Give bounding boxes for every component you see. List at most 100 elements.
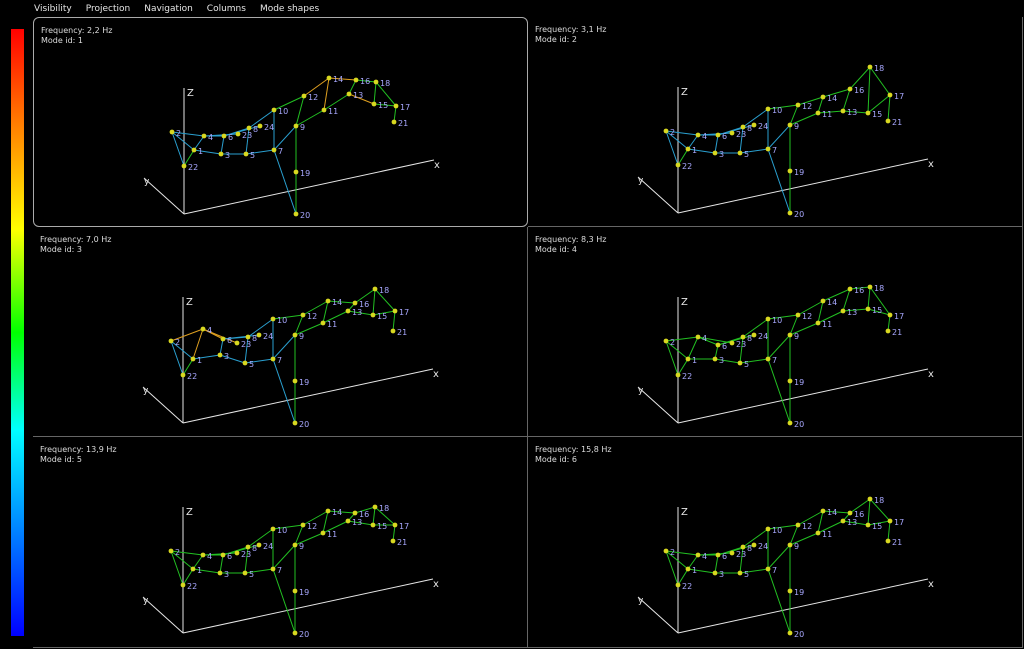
mode-view-4[interactable]: Frequency: 8,3 Hz Mode id: 4 Zxy12345678…	[528, 227, 1023, 437]
node-point[interactable]	[243, 151, 249, 157]
mode-view-6[interactable]: Frequency: 15,8 Hz Mode id: 6 Zxy1234567…	[528, 437, 1023, 648]
node-point[interactable]	[729, 340, 735, 346]
node-point[interactable]	[293, 169, 299, 175]
node-point[interactable]	[321, 107, 327, 113]
node-point[interactable]	[292, 588, 298, 594]
menu-navigation[interactable]: Navigation	[144, 4, 193, 14]
mode-view-2[interactable]: Frequency: 3,1 Hz Mode id: 2 Zxy12345678…	[528, 17, 1023, 227]
node-point[interactable]	[301, 93, 307, 99]
node-point[interactable]	[695, 132, 701, 138]
node-point[interactable]	[787, 122, 793, 128]
node-point[interactable]	[885, 328, 891, 334]
node-point[interactable]	[200, 326, 206, 332]
node-point[interactable]	[885, 538, 891, 544]
node-point[interactable]	[751, 332, 757, 338]
node-point[interactable]	[663, 338, 669, 344]
node-point[interactable]	[221, 133, 227, 139]
node-point[interactable]	[815, 530, 821, 536]
node-point[interactable]	[815, 320, 821, 326]
node-point[interactable]	[292, 542, 298, 548]
node-point[interactable]	[246, 125, 252, 131]
node-point[interactable]	[168, 338, 174, 344]
node-point[interactable]	[685, 356, 691, 362]
node-point[interactable]	[867, 284, 873, 290]
node-point[interactable]	[392, 522, 398, 528]
node-point[interactable]	[191, 147, 197, 153]
node-point[interactable]	[372, 504, 378, 510]
node-point[interactable]	[320, 530, 326, 536]
node-point[interactable]	[235, 131, 241, 137]
node-point[interactable]	[392, 308, 398, 314]
node-point[interactable]	[715, 552, 721, 558]
node-point[interactable]	[257, 123, 263, 129]
node-point[interactable]	[765, 146, 771, 152]
node-point[interactable]	[729, 550, 735, 556]
node-point[interactable]	[292, 630, 298, 636]
node-point[interactable]	[168, 548, 174, 554]
node-point[interactable]	[865, 306, 871, 312]
node-point[interactable]	[765, 566, 771, 572]
menu-projection[interactable]: Projection	[86, 4, 131, 14]
node-point[interactable]	[325, 508, 331, 514]
node-point[interactable]	[663, 548, 669, 554]
node-point[interactable]	[820, 508, 826, 514]
node-point[interactable]	[270, 526, 276, 532]
node-point[interactable]	[787, 168, 793, 174]
node-point[interactable]	[234, 550, 240, 556]
node-point[interactable]	[220, 336, 226, 342]
node-point[interactable]	[712, 356, 718, 362]
node-point[interactable]	[270, 316, 276, 322]
node-point[interactable]	[256, 332, 262, 338]
node-point[interactable]	[292, 420, 298, 426]
node-point[interactable]	[245, 334, 251, 340]
node-point[interactable]	[729, 130, 735, 136]
node-point[interactable]	[370, 312, 376, 318]
node-point[interactable]	[887, 518, 893, 524]
node-point[interactable]	[234, 340, 240, 346]
node-point[interactable]	[795, 102, 801, 108]
node-point[interactable]	[217, 570, 223, 576]
node-point[interactable]	[840, 308, 846, 314]
node-point[interactable]	[715, 132, 721, 138]
node-point[interactable]	[370, 522, 376, 528]
node-point[interactable]	[865, 110, 871, 116]
node-point[interactable]	[765, 526, 771, 532]
node-point[interactable]	[393, 103, 399, 109]
node-point[interactable]	[712, 570, 718, 576]
node-point[interactable]	[391, 119, 397, 125]
node-point[interactable]	[695, 552, 701, 558]
mode-view-1[interactable]: Frequency: 2,2 Hz Mode id: 1 Zxy12345678…	[33, 17, 528, 227]
node-point[interactable]	[242, 360, 248, 366]
node-point[interactable]	[345, 308, 351, 314]
node-point[interactable]	[867, 496, 873, 502]
node-point[interactable]	[390, 538, 396, 544]
node-point[interactable]	[200, 552, 206, 558]
node-point[interactable]	[887, 92, 893, 98]
node-point[interactable]	[180, 372, 186, 378]
node-point[interactable]	[326, 75, 332, 81]
node-point[interactable]	[663, 128, 669, 134]
node-point[interactable]	[847, 86, 853, 92]
node-point[interactable]	[190, 566, 196, 572]
node-point[interactable]	[715, 342, 721, 348]
node-point[interactable]	[787, 378, 793, 384]
mode-view-5[interactable]: Frequency: 13,9 Hz Mode id: 5 Zxy1234567…	[33, 437, 528, 648]
node-point[interactable]	[840, 108, 846, 114]
node-point[interactable]	[371, 101, 377, 107]
node-point[interactable]	[292, 332, 298, 338]
node-point[interactable]	[847, 510, 853, 516]
node-point[interactable]	[352, 300, 358, 306]
node-point[interactable]	[325, 298, 331, 304]
node-point[interactable]	[242, 570, 248, 576]
node-point[interactable]	[201, 133, 207, 139]
node-point[interactable]	[181, 163, 187, 169]
node-point[interactable]	[270, 356, 276, 362]
node-point[interactable]	[346, 91, 352, 97]
node-point[interactable]	[345, 518, 351, 524]
node-point[interactable]	[675, 162, 681, 168]
node-point[interactable]	[353, 77, 359, 83]
node-point[interactable]	[675, 582, 681, 588]
node-point[interactable]	[373, 79, 379, 85]
node-point[interactable]	[765, 316, 771, 322]
menu-visibility[interactable]: Visibility	[34, 4, 72, 14]
